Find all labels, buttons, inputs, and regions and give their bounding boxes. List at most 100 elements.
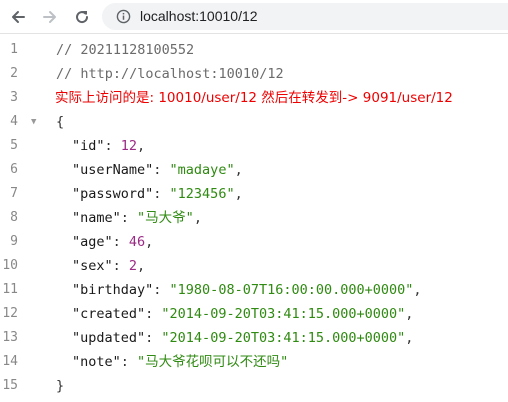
- line-number: 9: [10, 234, 18, 249]
- url-text[interactable]: localhost:10010/12: [140, 8, 258, 24]
- line-number: 6: [10, 162, 18, 177]
- json-value: 12: [120, 138, 138, 154]
- line-content: "created": "2014-09-20T03:41:15.000+0000…: [72, 302, 413, 326]
- json-colon: :: [153, 162, 170, 178]
- json-key: "birthday": [72, 282, 154, 298]
- json-key: "sex": [72, 258, 113, 274]
- json-viewer: 1 // 20211128100552 2 // http://localhost:1…: [0, 38, 508, 398]
- json-key: "age": [72, 234, 113, 250]
- code-line: 7 "password": "123456",: [0, 182, 508, 206]
- line-content: "updated": "2014-09-20T03:41:15.000+0000…: [72, 326, 413, 350]
- json-comma: ,: [137, 138, 146, 154]
- line-number: 13: [2, 330, 18, 345]
- code-line: 5 "id": 12,: [0, 134, 508, 158]
- open-brace: {: [56, 114, 65, 130]
- reload-button[interactable]: [70, 5, 94, 29]
- line-number: 14: [2, 354, 18, 369]
- code-line: 6 "userName": "madaye",: [0, 158, 508, 182]
- line-content: "userName": "madaye",: [72, 158, 243, 182]
- info-icon[interactable]: [116, 9, 131, 24]
- json-key: "created": [72, 306, 146, 322]
- forwarding-note: 实际上访问的是: 10010/user/12 然后在转发到-> 9091/use…: [55, 90, 453, 106]
- json-key: "password": [72, 186, 154, 202]
- line-number: 15: [2, 378, 18, 393]
- json-key: "userName": [72, 162, 154, 178]
- line-number: 2: [10, 66, 18, 81]
- json-colon: :: [153, 282, 170, 298]
- json-colon: :: [104, 138, 121, 154]
- code-line: 12 "created": "2014-09-20T03:41:15.000+00…: [0, 302, 508, 326]
- json-comma: ,: [193, 210, 202, 226]
- json-comma: ,: [234, 186, 243, 202]
- fold-caret-icon[interactable]: ▼: [31, 110, 36, 134]
- json-key: "id": [72, 138, 105, 154]
- json-key: "updated": [72, 330, 146, 346]
- line-content: // http://localhost:10010/12: [56, 62, 284, 86]
- json-colon: :: [153, 186, 170, 202]
- json-value: 46: [128, 234, 146, 250]
- json-value: "2014-09-20T03:41:15.000+0000": [161, 330, 406, 346]
- json-colon: :: [145, 306, 162, 322]
- json-key: "note": [72, 354, 121, 370]
- json-value: "123456": [169, 186, 235, 202]
- line-content: "id": 12,: [72, 134, 145, 158]
- json-colon: :: [145, 330, 162, 346]
- line-number: 4: [10, 114, 18, 129]
- line-number: 8: [10, 210, 18, 225]
- arrow-right-icon: [43, 11, 56, 23]
- json-colon: :: [112, 234, 129, 250]
- line-content: "password": "123456",: [72, 182, 243, 206]
- json-colon: :: [112, 258, 129, 274]
- json-comma: ,: [137, 258, 146, 274]
- json-value: 2: [128, 258, 138, 274]
- timestamp-comment: // 20211128100552: [56, 42, 195, 58]
- json-value: "1980-08-07T16:00:00.000+0000": [169, 282, 414, 298]
- line-content: "name": "马大爷",: [72, 206, 202, 230]
- line-number: 3: [10, 90, 18, 105]
- json-value: "madaye": [169, 162, 235, 178]
- line-number: 12: [2, 306, 18, 321]
- code-line: 11 "birthday": "1980-08-07T16:00:00.000+0…: [0, 278, 508, 302]
- json-comma: ,: [405, 330, 414, 346]
- forward-button[interactable]: [38, 5, 62, 29]
- json-comma: ,: [413, 282, 422, 298]
- browser-toolbar: localhost:10010/12: [0, 0, 508, 34]
- json-comma: ,: [145, 234, 154, 250]
- address-bar[interactable]: localhost:10010/12: [102, 3, 508, 30]
- arrow-left-icon: [12, 11, 25, 23]
- code-line: 9 "age": 46,: [0, 230, 508, 254]
- line-content: }: [56, 374, 64, 398]
- code-line: 14 "note": "马大爷花呗可以不还吗": [0, 350, 508, 374]
- line-content: "age": 46,: [72, 230, 153, 254]
- back-button[interactable]: [6, 5, 30, 29]
- line-number: 1: [10, 42, 18, 57]
- line-content: "note": "马大爷花呗可以不还吗": [72, 350, 288, 374]
- line-content: {: [56, 110, 64, 134]
- line-content: "birthday": "1980-08-07T16:00:00.000+000…: [72, 278, 422, 302]
- line-number: 5: [10, 138, 18, 153]
- url-comment: // http://localhost:10010/12: [56, 66, 284, 82]
- line-content: // 20211128100552: [56, 38, 194, 62]
- code-line: 8 "name": "马大爷",: [0, 206, 508, 230]
- code-line: 13 "updated": "2014-09-20T03:41:15.000+00…: [0, 326, 508, 350]
- json-value: "2014-09-20T03:41:15.000+0000": [161, 306, 406, 322]
- line-number: 7: [10, 186, 18, 201]
- code-line: 3 实际上访问的是: 10010/user/12 然后在转发到-> 9091/us…: [0, 86, 508, 110]
- code-line: 4 ▼ {: [0, 110, 508, 134]
- json-colon: :: [120, 210, 138, 226]
- code-line: 10 "sex": 2,: [0, 254, 508, 278]
- line-number: 10: [2, 258, 18, 273]
- json-key: "name": [72, 210, 121, 226]
- code-line: 15}: [0, 374, 508, 398]
- close-brace: }: [56, 378, 65, 394]
- json-comma: ,: [234, 162, 243, 178]
- line-content: 实际上访问的是: 10010/user/12 然后在转发到-> 9091/use…: [55, 86, 453, 110]
- json-value: "马大爷": [137, 210, 194, 226]
- json-value: "马大爷花呗可以不还吗": [137, 354, 289, 370]
- json-colon: :: [120, 354, 138, 370]
- line-number: 11: [2, 282, 18, 297]
- code-line: 2 // http://localhost:10010/12: [0, 62, 508, 86]
- reload-icon: [76, 11, 89, 24]
- code-line: 1 // 20211128100552: [0, 38, 508, 62]
- line-content: "sex": 2,: [72, 254, 145, 278]
